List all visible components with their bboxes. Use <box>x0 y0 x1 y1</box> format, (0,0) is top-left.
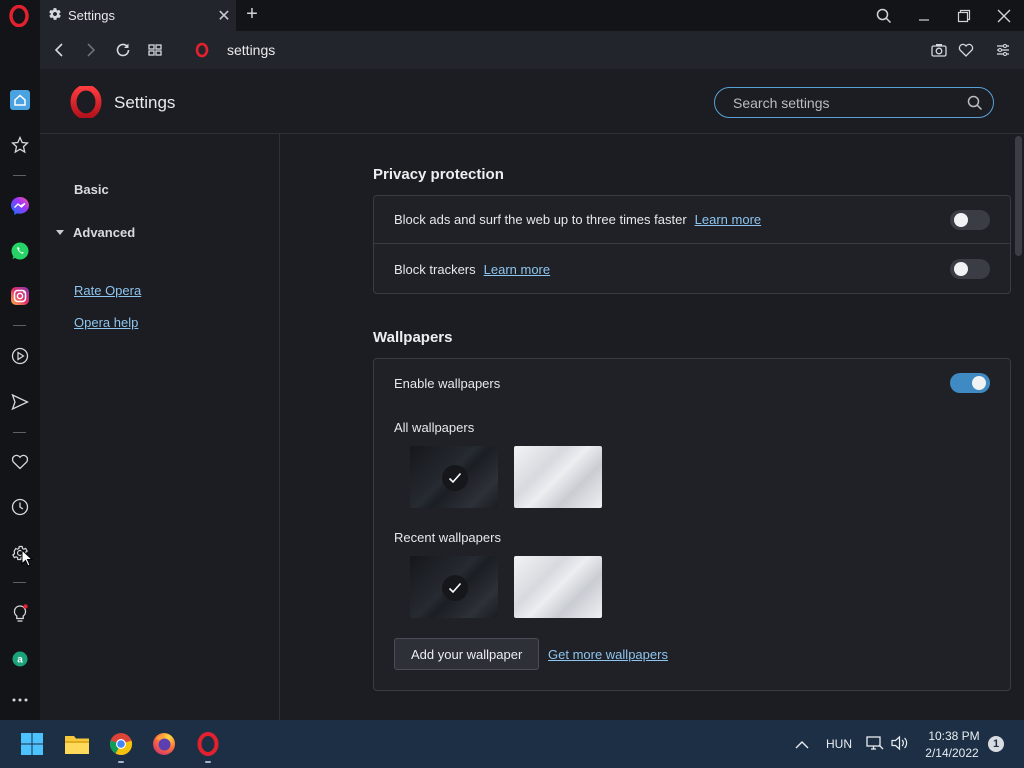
opera-menu-icon[interactable] <box>8 4 30 28</box>
volume-icon[interactable] <box>891 735 909 756</box>
opera-taskbar-icon[interactable] <box>192 728 224 763</box>
search-input[interactable] <box>733 94 953 111</box>
wallpapers-section-title: Wallpapers <box>373 329 453 346</box>
search-tabs-icon[interactable] <box>864 0 904 31</box>
wallpapers-card: Enable wallpapers All wallpapers Recent … <box>373 358 1011 691</box>
selected-check-icon <box>442 465 468 491</box>
reload-icon[interactable] <box>108 31 138 69</box>
keyboard-language[interactable]: HUN <box>826 737 852 751</box>
recent-wallpaper-thumb-dark[interactable] <box>410 556 498 618</box>
settings-header: Settings <box>40 69 1024 134</box>
running-indicator <box>205 761 211 763</box>
block-ads-learn-more-link[interactable]: Learn more <box>695 212 761 227</box>
enable-wallpapers-toggle[interactable] <box>950 373 990 393</box>
opera-url-icon <box>195 42 209 63</box>
opera-sidebar: a <box>0 31 40 720</box>
tray-chevron-up-icon[interactable] <box>795 737 809 755</box>
block-trackers-toggle[interactable] <box>950 259 990 279</box>
address-bar: settings <box>40 31 1024 69</box>
enable-wallpapers-row: Enable wallpapers <box>374 359 1010 407</box>
sidebar-separator <box>13 582 26 583</box>
block-trackers-row: Block trackers Learn more <box>374 245 1010 293</box>
title-bar: Settings ✕ + <box>0 0 1024 31</box>
back-icon[interactable] <box>44 31 74 69</box>
opera-logo-icon <box>70 84 102 123</box>
whatsapp-icon[interactable] <box>0 233 40 269</box>
rate-opera-link[interactable]: Rate Opera <box>74 283 141 298</box>
opera-help-link[interactable]: Opera help <box>74 315 138 330</box>
privacy-section-title: Privacy protection <box>373 166 504 183</box>
block-ads-label: Block ads and surf the web up to three t… <box>394 212 687 227</box>
nav-basic[interactable]: Basic <box>74 182 109 197</box>
windows-start-icon[interactable] <box>16 728 48 760</box>
camera-icon[interactable] <box>924 31 954 69</box>
content-scrollbar[interactable] <box>1013 134 1024 720</box>
more-dots-icon[interactable] <box>0 682 40 718</box>
all-wallpapers-title: All wallpapers <box>394 420 475 435</box>
tab-overview-icon[interactable] <box>140 31 170 69</box>
running-indicator <box>118 761 124 763</box>
clock-date[interactable]: 2/14/2022 <box>922 746 982 760</box>
selected-check-icon <box>442 575 468 601</box>
minimize-icon[interactable] <box>904 0 944 31</box>
gear-icon <box>48 7 62 24</box>
caret-down-icon <box>56 223 66 241</box>
tab-title: Settings <box>68 8 115 23</box>
network-icon[interactable] <box>866 735 884 756</box>
close-window-icon[interactable] <box>984 0 1024 31</box>
star-speed-dial-icon[interactable] <box>0 127 40 163</box>
history-icon[interactable] <box>0 489 40 525</box>
enable-wallpapers-label: Enable wallpapers <box>394 375 501 391</box>
recent-wallpapers-title: Recent wallpapers <box>394 530 501 545</box>
windows-taskbar: HUN 10:38 PM 2/14/2022 <box>0 720 1024 768</box>
add-wallpaper-button[interactable]: Add your wallpaper <box>394 638 540 670</box>
new-tab-button[interactable]: + <box>244 3 260 26</box>
file-explorer-icon[interactable] <box>61 728 93 760</box>
nav-advanced-label: Advanced <box>73 224 136 240</box>
aria-icon[interactable]: a <box>0 641 40 677</box>
lightbulb-tips-icon[interactable] <box>0 596 40 632</box>
instagram-icon[interactable] <box>0 278 40 314</box>
svg-text:a: a <box>17 655 23 666</box>
settings-nav: Basic Advanced Rate Opera Opera help <box>40 134 280 720</box>
forward-icon[interactable] <box>76 31 106 69</box>
firefox-icon[interactable] <box>148 728 180 760</box>
wallpaper-thumb-dark[interactable] <box>410 446 498 508</box>
messenger-icon[interactable] <box>0 188 40 224</box>
notification-badge[interactable]: 1 <box>988 736 1004 752</box>
url-field[interactable]: settings <box>227 42 275 58</box>
page-title: Settings <box>114 93 176 112</box>
settings-content: Privacy protection Block ads and surf th… <box>281 134 1024 720</box>
restore-icon[interactable] <box>944 0 984 31</box>
settings-gear-icon[interactable] <box>0 535 40 571</box>
tab-settings[interactable]: Settings ✕ <box>40 0 236 31</box>
clock-time[interactable]: 10:38 PM <box>926 729 982 743</box>
block-trackers-learn-more-link[interactable]: Learn more <box>484 262 550 277</box>
heart-bookmark-icon[interactable] <box>951 31 981 69</box>
sidebar-separator <box>13 325 26 326</box>
recent-wallpaper-thumb-light[interactable] <box>514 556 602 618</box>
get-more-wallpapers-link[interactable]: Get more wallpapers <box>548 647 668 662</box>
nav-advanced[interactable]: Advanced <box>56 223 135 241</box>
search-settings-box[interactable] <box>714 87 994 118</box>
privacy-card: Block ads and surf the web up to three t… <box>373 195 1011 294</box>
easy-setup-icon[interactable] <box>988 31 1018 69</box>
block-ads-row: Block ads and surf the web up to three t… <box>374 196 1010 244</box>
scrollbar-thumb[interactable] <box>1015 136 1022 256</box>
player-icon[interactable] <box>0 338 40 374</box>
close-tab-icon[interactable]: ✕ <box>212 6 236 26</box>
chrome-icon[interactable] <box>105 728 137 763</box>
sidebar-separator <box>13 432 26 433</box>
block-ads-toggle[interactable] <box>950 209 990 230</box>
home-icon[interactable] <box>0 82 40 118</box>
search-icon[interactable] <box>967 95 983 116</box>
send-flow-icon[interactable] <box>0 384 40 420</box>
mouse-cursor-icon <box>21 548 34 572</box>
block-trackers-label: Block trackers <box>394 261 476 277</box>
sidebar-separator <box>13 175 26 176</box>
heart-icon[interactable] <box>0 444 40 480</box>
wallpaper-thumb-light[interactable] <box>514 446 602 508</box>
